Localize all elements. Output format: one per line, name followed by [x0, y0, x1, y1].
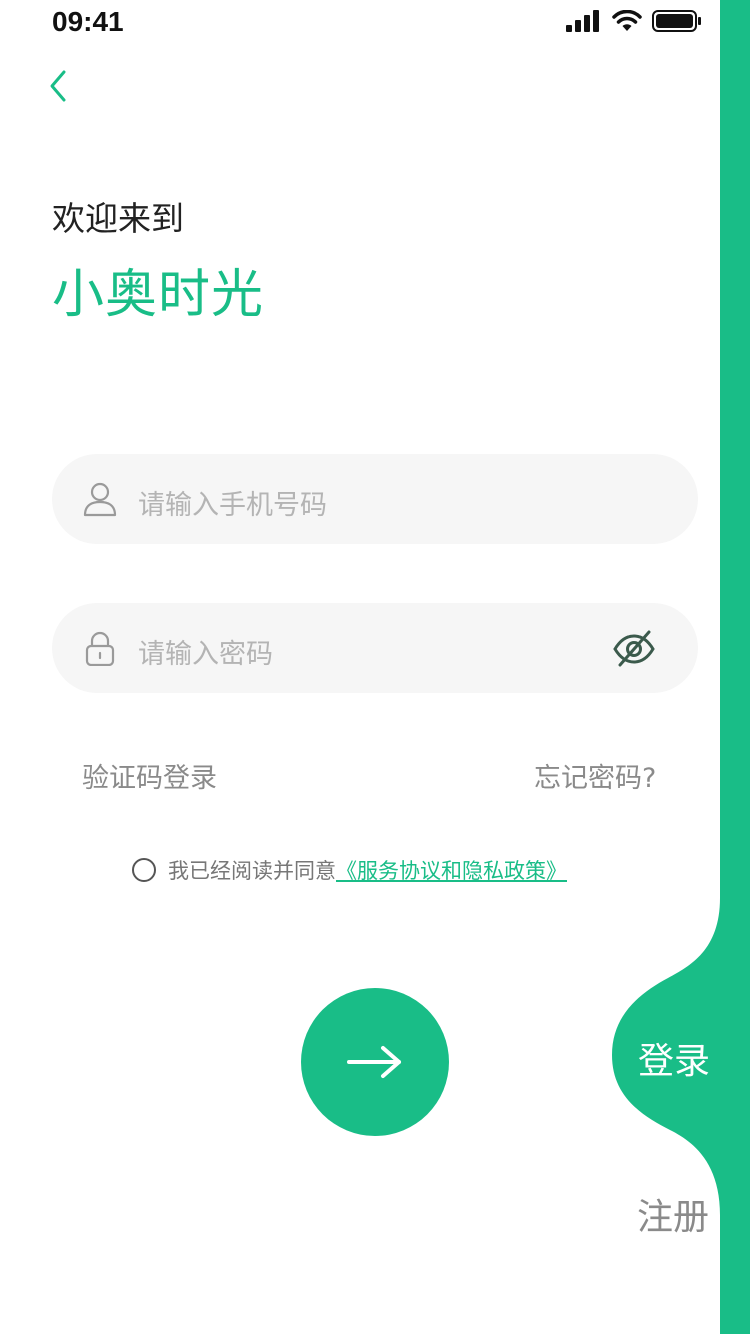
- submit-button[interactable]: [301, 988, 449, 1136]
- agreement-row: 我已经阅读并同意 《服务协议和隐私政策》: [132, 855, 567, 885]
- phone-field[interactable]: 请输入手机号码: [52, 454, 698, 544]
- status-time: 09:41: [52, 6, 124, 37]
- tab-register[interactable]: 注册: [637, 1188, 709, 1240]
- eye-off-icon[interactable]: [612, 627, 656, 671]
- welcome-text: 欢迎来到: [52, 199, 184, 238]
- arrow-right-icon: [347, 1046, 401, 1078]
- lock-icon: [85, 631, 115, 666]
- agreement-link[interactable]: 《服务协议和隐私政策》: [336, 855, 567, 885]
- tab-login[interactable]: 登录: [638, 1032, 710, 1084]
- forgot-password-link[interactable]: 忘记密码?: [534, 756, 656, 795]
- sms-login-link[interactable]: 验证码登录: [82, 756, 217, 795]
- back-button[interactable]: [40, 64, 80, 108]
- status-icons: [566, 10, 702, 32]
- wifi-icon: [612, 10, 642, 31]
- user-icon: [83, 482, 117, 517]
- phone-placeholder: 请输入手机号码: [138, 490, 327, 521]
- brand-title: 小奥时光: [52, 265, 265, 325]
- signal-icon: [566, 10, 599, 32]
- password-placeholder: 请输入密码: [138, 639, 273, 670]
- agreement-text: 我已经阅读并同意: [168, 859, 336, 883]
- password-field[interactable]: 请输入密码: [52, 603, 698, 693]
- battery-icon: [652, 10, 701, 32]
- agreement-checkbox[interactable]: [132, 858, 156, 882]
- status-bar: 09:41: [0, 0, 750, 44]
